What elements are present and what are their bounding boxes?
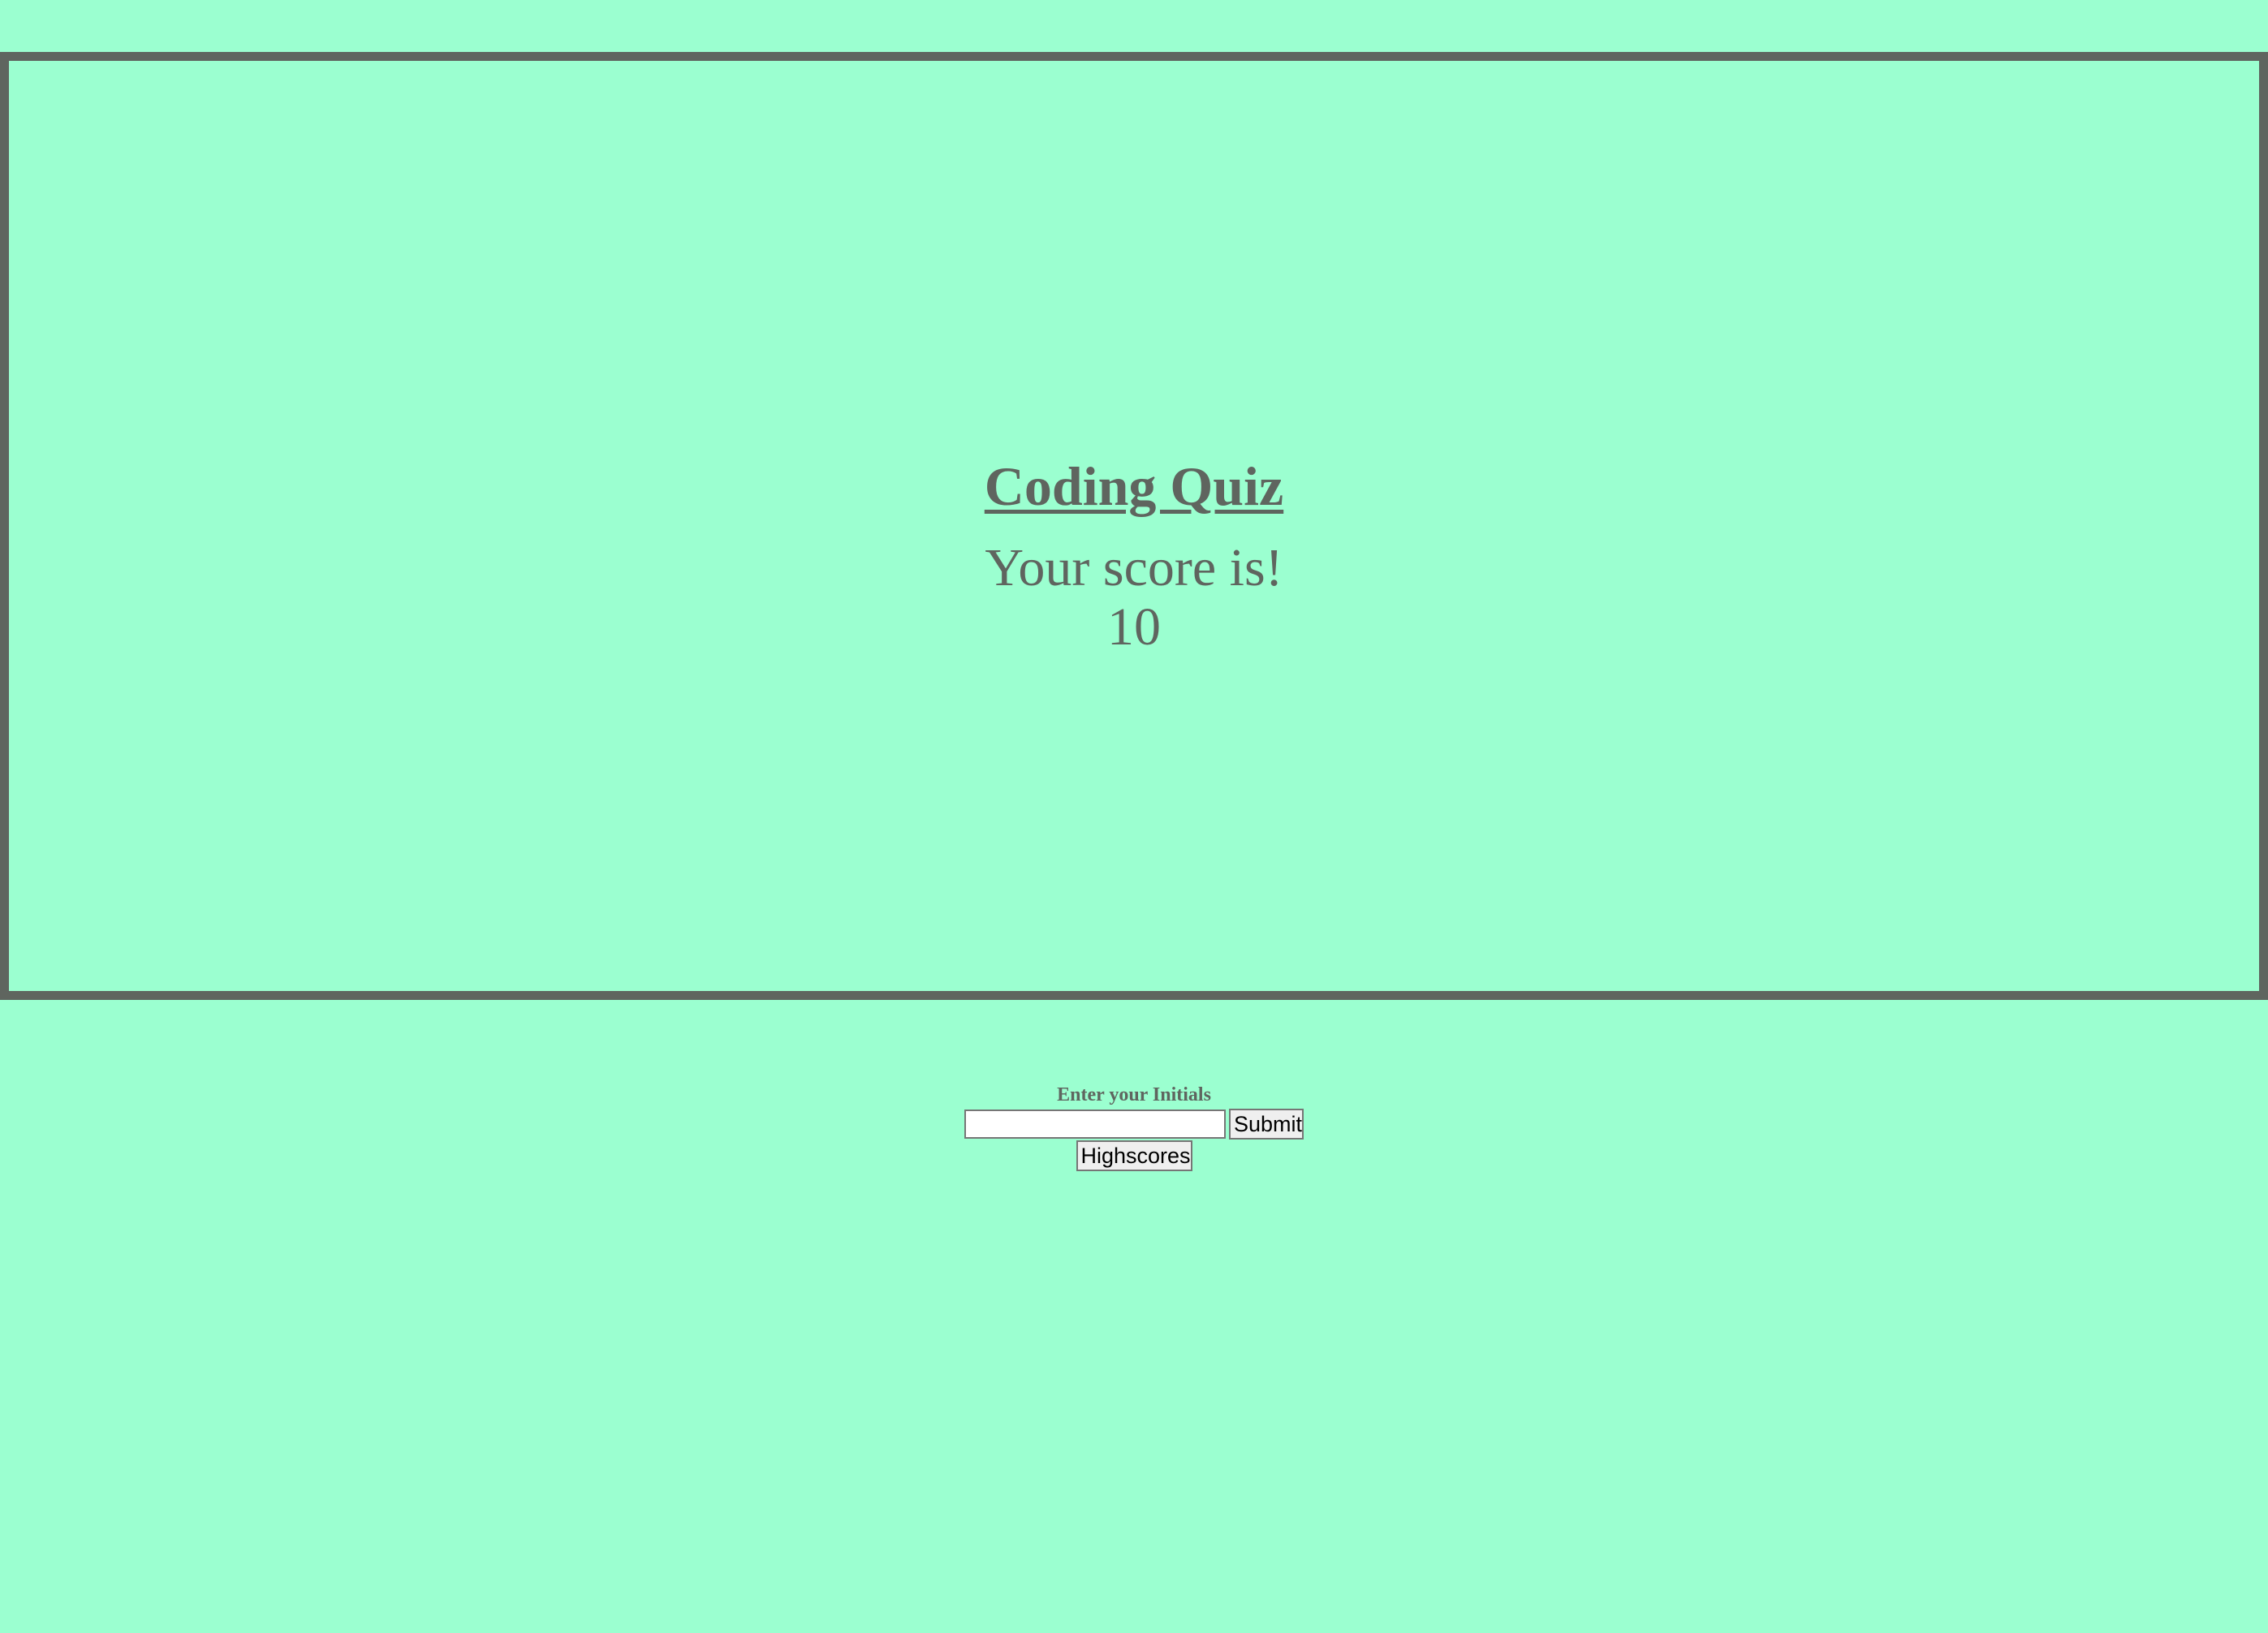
highscores-button[interactable]: Highscores [1076,1140,1192,1171]
initials-label: Enter your Initials [1057,1084,1211,1105]
quiz-panel: Coding Quiz Your score is! 10 [0,52,2268,1000]
score-value: 10 [1107,597,1161,657]
submit-button[interactable]: Submit [1229,1108,1304,1140]
initials-form: Enter your Initials Submit Highscores [0,1083,2268,1171]
score-label: Your score is! [985,538,1283,597]
initials-input[interactable] [964,1109,1226,1139]
highscores-row: Highscores [0,1140,2268,1171]
initials-input-row: Submit [0,1107,2268,1140]
quiz-title: Coding Quiz [984,455,1284,517]
